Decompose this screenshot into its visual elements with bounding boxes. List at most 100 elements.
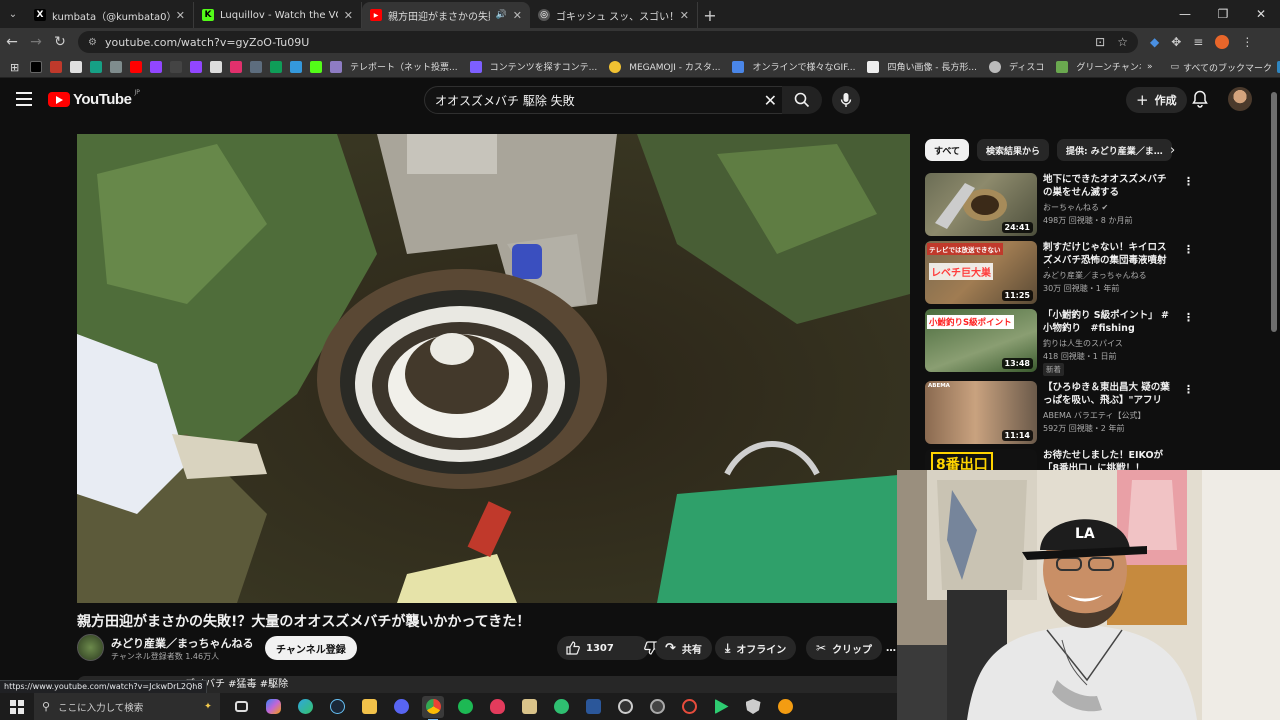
taskbar-search-field[interactable]: ⚲ ここに入力して検索 ✦ xyxy=(34,693,220,720)
discord-icon[interactable] xyxy=(390,696,412,718)
obs-icon[interactable] xyxy=(614,696,636,718)
new-tab-button[interactable]: + xyxy=(698,2,722,28)
bookmark-item[interactable]: ディスコ xyxy=(985,60,1044,73)
search-button[interactable] xyxy=(782,86,822,114)
youtube-bookmark-icon[interactable] xyxy=(130,60,142,73)
browser-tab-4[interactable]: ◎ ゴキッシュ スッ、スゴい！ | アース製薬 ✕ xyxy=(530,2,698,28)
video-player[interactable] xyxy=(77,134,910,603)
image-app-icon[interactable] xyxy=(518,696,540,718)
reading-list-icon[interactable]: ≡ xyxy=(1193,35,1203,49)
create-button[interactable]: + 作成 xyxy=(1126,87,1187,113)
clip-button[interactable]: ✂ クリップ xyxy=(806,636,883,660)
close-tab-icon[interactable]: ✕ xyxy=(680,9,689,22)
recommended-video[interactable]: 8番出口 お待たせしました！EIKOが「8番出口」に挑戦！！ xyxy=(925,449,1270,471)
browser-tab-1[interactable]: X kumbata（@kumbata0）さん / ✕ xyxy=(26,2,194,28)
audio-playing-icon[interactable]: 🔊 xyxy=(496,10,507,20)
close-tab-icon[interactable]: ✕ xyxy=(176,9,185,22)
bookmark-item[interactable]: テレポート（ネット投票... xyxy=(326,60,458,73)
video-thumbnail[interactable]: 小鮒釣りS級ポイント 13:48 xyxy=(925,309,1037,372)
bookmark-icon-teal[interactable] xyxy=(90,60,102,73)
obs-secondary-icon[interactable] xyxy=(646,696,668,718)
channel-name[interactable]: みどり産業／まっちゃんねる xyxy=(111,635,254,651)
bookmark-item[interactable]: オンラインで様々なGIF... xyxy=(728,60,855,73)
channel-name[interactable]: みどり産業／まっちゃんねる xyxy=(1043,270,1147,281)
bookmark-icon-dark[interactable] xyxy=(170,60,182,73)
twitch-bookmark-icon[interactable] xyxy=(150,60,162,73)
channel-name[interactable]: 釣りは人生のスパイス xyxy=(1043,338,1123,349)
more-options-icon[interactable]: ⋮ xyxy=(1183,175,1194,188)
bookmark-icon-blue[interactable] xyxy=(290,60,302,73)
video-title[interactable]: 【ひろゆき＆東出昌大 疑の葉っぱを吸い、飛ぶ】"アフリカ... xyxy=(1043,381,1173,408)
bookmark-icon-light[interactable] xyxy=(210,60,222,73)
recommended-video[interactable]: テレビでは放送できない レベチ巨大巣 11:25 刺すだけじゃない！キイロスズメ… xyxy=(925,241,1270,305)
bookmark-item[interactable]: コンテンツを探すコンテ... xyxy=(466,60,597,73)
task-view-icon[interactable] xyxy=(230,696,252,718)
more-options-icon[interactable]: ⋮ xyxy=(1183,243,1194,256)
sheets-bookmark-icon[interactable] xyxy=(270,60,282,73)
davinci-icon[interactable] xyxy=(678,696,700,718)
video-title[interactable]: 「小鮒釣り S級ポイント」 #小物釣り #fishing xyxy=(1043,309,1173,335)
bookmark-star-icon[interactable]: ☆ xyxy=(1117,35,1128,49)
browser-tab-3[interactable]: ▶ 親方田迎がまさかの失敗!？大 🔊 ✕ xyxy=(362,2,530,28)
share-button[interactable]: ↷ 共有 xyxy=(655,636,712,660)
reload-icon[interactable]: ↻ xyxy=(48,34,72,50)
lips-app-icon[interactable] xyxy=(486,696,508,718)
play-app-icon[interactable] xyxy=(710,696,732,718)
profile-avatar-icon[interactable] xyxy=(1215,35,1230,49)
bookmark-icon-steel[interactable] xyxy=(250,60,262,73)
more-options-icon[interactable]: ⋮ xyxy=(1183,383,1194,396)
kick-bookmark-icon[interactable] xyxy=(310,60,322,73)
video-thumbnail[interactable]: 24:41 xyxy=(925,173,1037,236)
close-tab-icon[interactable]: ✕ xyxy=(344,9,353,22)
chip-all[interactable]: すべて xyxy=(925,139,970,161)
steam-icon[interactable] xyxy=(326,696,348,718)
vpn-icon[interactable] xyxy=(742,696,764,718)
youtube-logo[interactable]: YouTube JP xyxy=(48,89,140,108)
video-title[interactable]: 刺すだけじゃない！キイロスズメバチ恐怖の集団毒液噴射攻... xyxy=(1043,241,1173,268)
instagram-bookmark-icon[interactable] xyxy=(230,60,242,73)
recommended-video[interactable]: 小鮒釣りS級ポイント 13:48 「小鮒釣り S級ポイント」 #小物釣り #fi… xyxy=(925,309,1270,376)
chip-from-search[interactable]: 検索結果から xyxy=(977,139,1050,161)
site-info-icon[interactable]: ⚙ xyxy=(88,37,97,48)
minimize-icon[interactable]: — xyxy=(1166,0,1204,28)
install-app-icon[interactable]: ⊡ xyxy=(1095,35,1105,49)
more-options-icon[interactable]: ⋮ xyxy=(1183,311,1194,324)
more-bookmarks-icon[interactable]: » xyxy=(1147,62,1153,72)
video-title[interactable]: お待たせしました！EIKOが「8番出口」に挑戦！！ xyxy=(1043,449,1173,471)
close-window-icon[interactable]: ✕ xyxy=(1242,0,1280,28)
video-thumbnail[interactable]: テレビでは放送できない レベチ巨大巣 11:25 xyxy=(925,241,1037,304)
extension-shield-icon[interactable]: ◆ xyxy=(1150,35,1159,49)
chip-from-channel[interactable]: 提供: みどり産業／ま… xyxy=(1057,139,1172,161)
bookmark-icon-white[interactable] xyxy=(70,60,82,73)
twitch-bookmark-icon-2[interactable] xyxy=(190,60,202,73)
apps-grid-icon[interactable]: ⊞ xyxy=(10,61,22,74)
extensions-puzzle-icon[interactable]: ✥ xyxy=(1171,35,1181,49)
edge-icon[interactable] xyxy=(294,696,316,718)
channel-name[interactable]: ABEMA バラエティ【公式】 xyxy=(1043,410,1145,421)
copilot-icon[interactable] xyxy=(262,696,284,718)
back-icon[interactable]: ← xyxy=(0,34,24,50)
x-bookmark-icon[interactable] xyxy=(30,60,42,73)
recommended-video[interactable]: ABEMA 11:14 【ひろゆき＆東出昌大 疑の葉っぱを吸い、飛ぶ】"アフリカ… xyxy=(925,381,1270,445)
channel-name[interactable]: おーちゃんねる ✔ xyxy=(1043,202,1108,213)
url-field[interactable]: ⚙ youtube.com/watch?v=gyZoO-Tu09U ⊡ ☆ xyxy=(78,31,1138,53)
like-button[interactable]: 1307 xyxy=(557,636,623,660)
search-input[interactable]: オオスズメバチ 駆除 失敗 ✕ xyxy=(424,86,788,114)
channel-avatar[interactable] xyxy=(77,634,104,661)
windows-start-button[interactable] xyxy=(0,699,34,714)
browser-tab-2[interactable]: K Luquillov - Watch the VOD on Ki ✕ xyxy=(194,2,362,28)
video-title[interactable]: 地下にできたオオスズメバチの巣をせん滅する xyxy=(1043,173,1173,199)
restore-icon[interactable]: ❐ xyxy=(1204,0,1242,28)
video-thumbnail[interactable]: 8番出口 xyxy=(925,449,1037,471)
download-offline-button[interactable]: ⤓ オフライン xyxy=(715,636,797,660)
voice-search-button[interactable] xyxy=(832,86,860,114)
chevron-right-icon[interactable]: › xyxy=(1170,143,1175,158)
bookmark-item[interactable]: MEGAMOJI - カスタ... xyxy=(605,60,720,73)
tab-search-button[interactable]: ⌄ xyxy=(0,0,26,28)
bookmark-item[interactable]: 四角い画像 - 長方形... xyxy=(863,60,977,73)
notifications-button[interactable] xyxy=(1192,90,1208,111)
coin-app-icon[interactable] xyxy=(774,696,796,718)
recommended-video[interactable]: 24:41 地下にできたオオスズメバチの巣をせん滅する おーちゃんねる ✔ 49… xyxy=(925,173,1270,237)
video-thumbnail[interactable]: ABEMA 11:14 xyxy=(925,381,1037,444)
account-avatar[interactable] xyxy=(1228,87,1252,111)
